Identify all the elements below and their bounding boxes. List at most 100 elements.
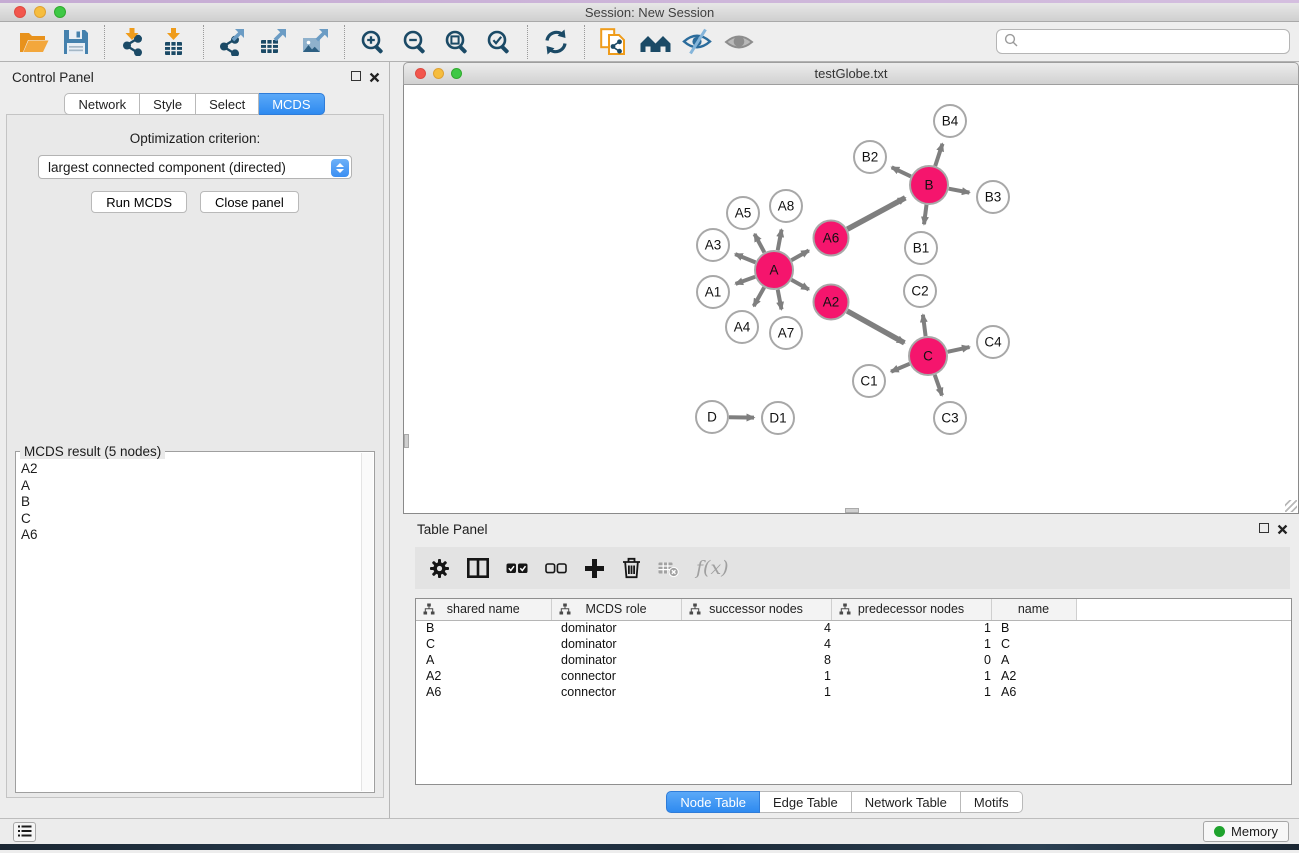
cell-shared-name[interactable]: A6 [416, 684, 551, 700]
graph-node-C[interactable]: C [909, 337, 947, 375]
deselect-all-icon[interactable] [545, 559, 567, 577]
cell-MCDS-role[interactable]: dominator [551, 620, 681, 636]
horizontal-scroll-thumb[interactable] [845, 508, 859, 513]
optimization-criterion-select[interactable]: largest connected component (directed) [38, 155, 352, 179]
network-canvas[interactable]: B4B2BB3A5A8A6B1A3AA1C2A2A4A7C4CC1C3DD1 [403, 85, 1299, 514]
add-column-icon[interactable] [584, 558, 605, 579]
delete-column-icon[interactable] [622, 557, 641, 579]
cell-MCDS-role[interactable]: dominator [551, 652, 681, 668]
import-table-icon[interactable] [155, 25, 195, 59]
cell-predecessor-nodes[interactable]: 1 [831, 636, 991, 652]
graph-node-A[interactable]: A [755, 251, 793, 289]
cell-name[interactable]: A6 [991, 684, 1076, 700]
graph-node-C1[interactable]: C1 [853, 365, 885, 397]
log-console-button[interactable] [13, 822, 36, 842]
graph-node-B4[interactable]: B4 [934, 105, 966, 137]
graph-node-A4[interactable]: A4 [726, 311, 758, 343]
zoom-selected-icon[interactable] [479, 25, 519, 59]
column-header-shared-name[interactable]: shared name [416, 599, 551, 620]
graph-edge-A-A7[interactable] [778, 290, 782, 310]
vertical-scroll-thumb[interactable] [404, 434, 409, 448]
first-neighbors-icon[interactable] [635, 25, 675, 59]
resize-grip-icon[interactable] [1285, 500, 1297, 512]
graph-edge-B-B4[interactable] [935, 144, 942, 166]
column-header-MCDS-role[interactable]: MCDS role [551, 599, 681, 620]
graph-node-A8[interactable]: A8 [770, 190, 802, 222]
run-mcds-button[interactable]: Run MCDS [91, 191, 187, 213]
graph-node-B3[interactable]: B3 [977, 181, 1009, 213]
column-layout-icon[interactable] [467, 558, 489, 578]
mcds-result-item[interactable]: B [17, 494, 360, 511]
table-row[interactable]: Bdominator41B [416, 620, 1291, 636]
table-tab-motifs[interactable]: Motifs [961, 791, 1023, 813]
mcds-result-item[interactable]: C [17, 511, 360, 528]
close-table-panel-icon[interactable] [1277, 523, 1288, 534]
search-input[interactable] [1024, 34, 1282, 49]
table-tab-network-table[interactable]: Network Table [852, 791, 961, 813]
close-panel-button[interactable]: Close panel [200, 191, 299, 213]
save-session-icon[interactable] [56, 25, 96, 59]
cell-name[interactable]: A2 [991, 668, 1076, 684]
cell-name[interactable]: A [991, 652, 1076, 668]
cell-shared-name[interactable]: A2 [416, 668, 551, 684]
cell-MCDS-role[interactable]: connector [551, 684, 681, 700]
import-network-icon[interactable] [113, 25, 153, 59]
cell-predecessor-nodes[interactable]: 1 [831, 668, 991, 684]
graph-node-D[interactable]: D [696, 401, 728, 433]
close-window-button[interactable] [14, 6, 26, 18]
table-row[interactable]: Adominator80A [416, 652, 1291, 668]
cell-predecessor-nodes[interactable]: 1 [831, 620, 991, 636]
network-graph[interactable]: B4B2BB3A5A8A6B1A3AA1C2A2A4A7C4CC1C3DD1 [405, 86, 1299, 513]
cell-shared-name[interactable]: A [416, 652, 551, 668]
graph-node-B[interactable]: B [910, 166, 948, 204]
network-zoom-button[interactable] [451, 68, 462, 79]
result-scrollbar[interactable] [361, 453, 373, 791]
memory-button[interactable]: Memory [1203, 821, 1289, 842]
graph-edge-B-B3[interactable] [949, 189, 970, 193]
column-header-successor-nodes[interactable]: successor nodes [681, 599, 831, 620]
graph-edge-A-A3[interactable] [735, 254, 755, 262]
graph-node-A5[interactable]: A5 [727, 197, 759, 229]
cell-name[interactable]: B [991, 620, 1076, 636]
cell-successor-nodes[interactable]: 8 [681, 652, 831, 668]
graph-node-A7[interactable]: A7 [770, 317, 802, 349]
close-panel-icon[interactable] [369, 71, 380, 82]
cell-successor-nodes[interactable]: 1 [681, 684, 831, 700]
float-table-panel-icon[interactable] [1259, 523, 1269, 533]
graph-edge-A-A1[interactable] [736, 277, 756, 284]
cell-successor-nodes[interactable]: 4 [681, 636, 831, 652]
refresh-icon[interactable] [536, 25, 576, 59]
cell-predecessor-nodes[interactable]: 1 [831, 684, 991, 700]
graph-node-B2[interactable]: B2 [854, 141, 886, 173]
cell-successor-nodes[interactable]: 1 [681, 668, 831, 684]
select-all-icon[interactable] [506, 559, 528, 577]
table-tab-edge-table[interactable]: Edge Table [760, 791, 852, 813]
hide-selected-icon[interactable] [677, 25, 717, 59]
mcds-result-item[interactable]: A6 [17, 527, 360, 544]
settings-icon[interactable] [429, 558, 450, 579]
control-tab-mcds[interactable]: MCDS [259, 93, 324, 115]
cell-MCDS-role[interactable]: connector [551, 668, 681, 684]
cell-predecessor-nodes[interactable]: 0 [831, 652, 991, 668]
zoom-fit-icon[interactable] [437, 25, 477, 59]
cell-successor-nodes[interactable]: 4 [681, 620, 831, 636]
search-field[interactable] [996, 29, 1290, 54]
graph-edge-A-A8[interactable] [778, 230, 782, 251]
minimize-window-button[interactable] [34, 6, 46, 18]
graph-edge-C-C1[interactable] [891, 364, 910, 372]
graph-edge-C-C3[interactable] [935, 375, 942, 396]
show-all-icon[interactable] [719, 25, 759, 59]
graph-edge-A-A2[interactable] [791, 280, 808, 290]
cell-MCDS-role[interactable]: dominator [551, 636, 681, 652]
graph-edge-A-A5[interactable] [755, 234, 765, 252]
duplicate-network-icon[interactable] [593, 25, 633, 59]
graph-edge-B-B1[interactable] [924, 205, 927, 224]
graph-edge-A2-C[interactable] [847, 311, 904, 343]
graph-node-C4[interactable]: C4 [977, 326, 1009, 358]
graph-node-A2[interactable]: A2 [814, 285, 849, 320]
cell-shared-name[interactable]: C [416, 636, 551, 652]
float-panel-icon[interactable] [351, 71, 361, 81]
graph-node-C2[interactable]: C2 [904, 275, 936, 307]
export-network-icon[interactable] [212, 25, 252, 59]
column-header-predecessor-nodes[interactable]: predecessor nodes [831, 599, 991, 620]
